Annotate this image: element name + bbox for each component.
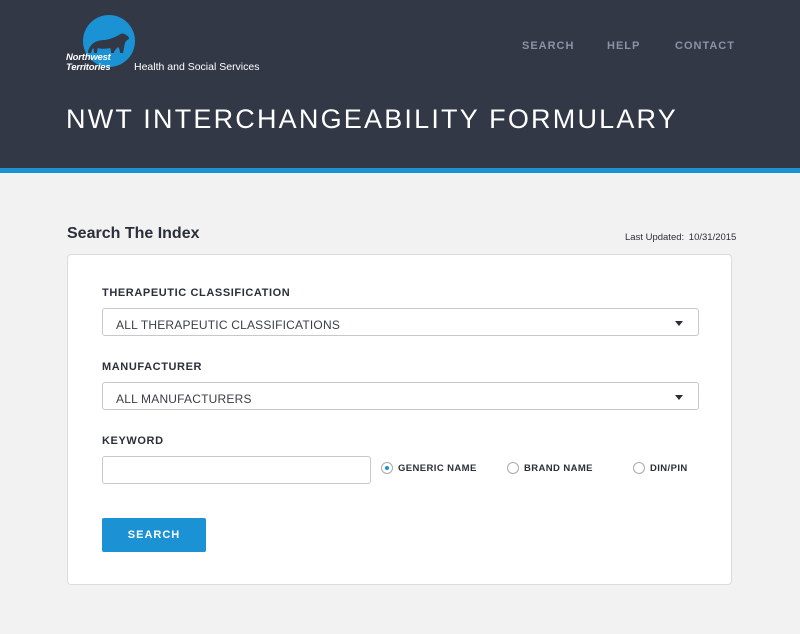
radio-unselected-icon <box>633 462 645 474</box>
keyword-input[interactable] <box>102 456 371 484</box>
radio-din-pin-label: DIN/PIN <box>650 463 688 474</box>
search-button[interactable]: SEARCH <box>102 518 206 552</box>
logo-wordmark-line2: Territories <box>66 62 111 73</box>
search-form-card: THERAPEUTIC CLASSIFICATION ALL THERAPEUT… <box>67 254 732 585</box>
manufacturer-select[interactable]: ALL MANUFACTURERS <box>102 382 699 410</box>
nav-contact-link[interactable]: CONTACT <box>675 40 735 52</box>
caret-down-icon <box>675 395 683 400</box>
caret-down-icon <box>675 321 683 326</box>
therapeutic-classification-value: ALL THERAPEUTIC CLASSIFICATIONS <box>116 318 341 332</box>
page-title: NWT INTERCHANGEABILITY FORMULARY <box>66 104 678 134</box>
therapeutic-classification-label: THERAPEUTIC CLASSIFICATION <box>102 287 291 299</box>
radio-unselected-icon <box>507 462 519 474</box>
manufacturer-label: MANUFACTURER <box>102 361 203 373</box>
last-updated-date: 10/31/2015 <box>688 232 737 243</box>
last-updated-label: Last Updated: <box>625 232 685 243</box>
nwt-logo[interactable]: Northwest Territories Health and Social … <box>66 12 276 74</box>
department-name: Health and Social Services <box>134 61 260 73</box>
therapeutic-classification-select[interactable]: ALL THERAPEUTIC CLASSIFICATIONS <box>102 308 699 336</box>
nav-help-link[interactable]: HELP <box>607 40 640 52</box>
manufacturer-value: ALL MANUFACTURERS <box>116 392 252 406</box>
last-updated: Last Updated: 10/31/2015 <box>623 232 736 243</box>
radio-generic-name-label: GENERIC NAME <box>398 463 477 474</box>
nav-search-link[interactable]: SEARCH <box>522 40 574 52</box>
section-title: Search The Index <box>67 225 200 242</box>
site-header: Northwest Territories Health and Social … <box>0 0 800 168</box>
radio-selected-icon <box>381 462 393 474</box>
keyword-label: KEYWORD <box>102 435 164 447</box>
header-accent-stripe <box>0 168 800 173</box>
radio-brand-name-label: BRAND NAME <box>524 463 593 474</box>
